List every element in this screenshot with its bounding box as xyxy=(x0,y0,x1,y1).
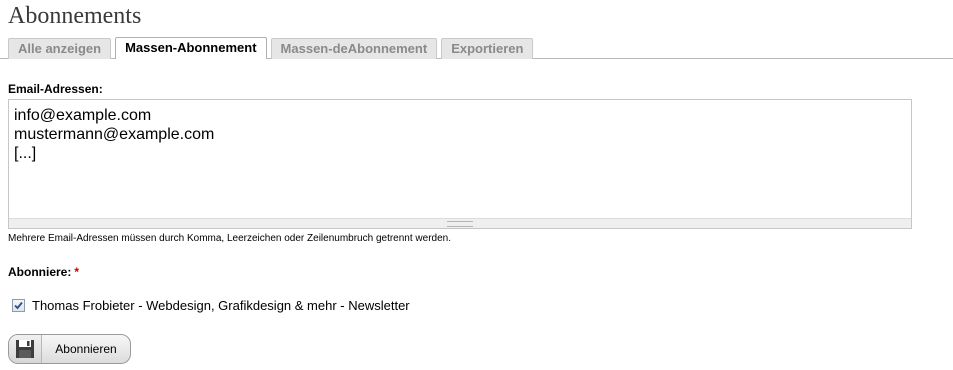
email-addresses-label: Email-Adressen: xyxy=(8,82,103,96)
email-hint-text: Mehrere Email-Adressen müssen durch Komm… xyxy=(8,233,451,244)
tab-massen-abonnement[interactable]: Massen-Abonnement xyxy=(115,37,267,59)
save-icon xyxy=(9,335,42,363)
required-marker: * xyxy=(74,265,80,279)
textarea-resize-handle[interactable] xyxy=(9,218,911,228)
email-addresses-textarea[interactable]: info@example.com mustermann@example.com … xyxy=(8,99,912,229)
newsletter-checkbox[interactable] xyxy=(12,299,25,312)
subscribe-button[interactable]: Abonnieren xyxy=(8,334,131,364)
resize-grip-icon xyxy=(447,221,473,227)
tab-alle-anzeigen[interactable]: Alle anzeigen xyxy=(8,38,112,59)
subscribe-label: Abonniere: * xyxy=(8,265,79,279)
page-title: Abonnements xyxy=(8,3,142,29)
tab-massen-deabonnement[interactable]: Massen-deAbonnement xyxy=(270,38,438,59)
abonnements-page: Abonnements Alle anzeigen Massen-Abonnem… xyxy=(0,0,953,370)
newsletter-option-label[interactable]: Thomas Frobieter - Webdesign, Grafikdesi… xyxy=(32,298,410,313)
check-icon xyxy=(14,301,23,310)
tab-exportieren[interactable]: Exportieren xyxy=(441,38,534,59)
newsletter-option-row: Thomas Frobieter - Webdesign, Grafikdesi… xyxy=(12,298,410,313)
email-addresses-value[interactable]: info@example.com mustermann@example.com … xyxy=(9,100,911,163)
tab-bar: Alle anzeigen Massen-Abonnement Massen-d… xyxy=(8,37,537,59)
subscribe-label-text: Abonniere: xyxy=(8,265,72,279)
subscribe-button-label: Abonnieren xyxy=(55,342,117,356)
